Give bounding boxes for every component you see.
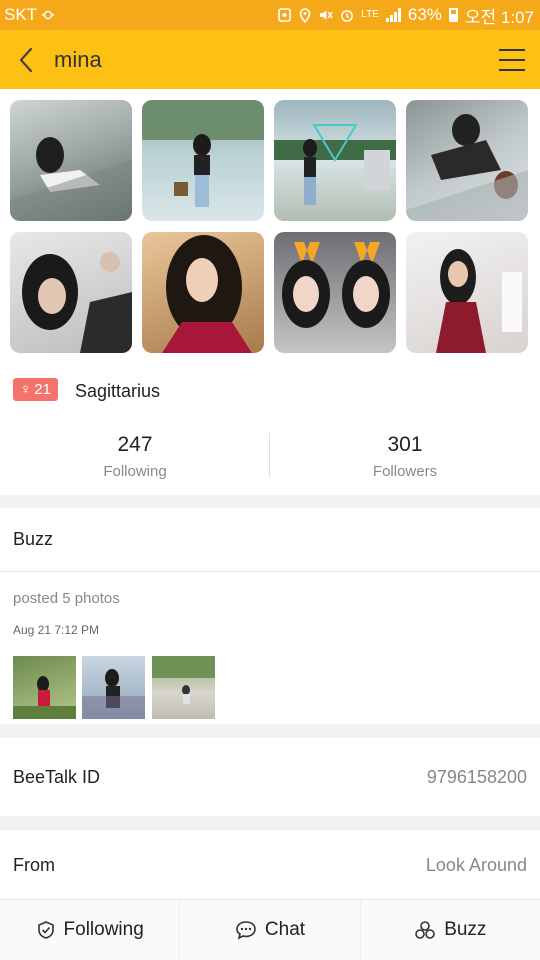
buzz-thumbnail[interactable] xyxy=(13,656,76,719)
from-label: From xyxy=(13,854,55,875)
buzz-thumbnail[interactable] xyxy=(82,656,145,719)
signal-icon xyxy=(385,8,401,22)
profile-photo[interactable] xyxy=(142,232,264,353)
beetalk-id-value: 9796158200 xyxy=(426,766,527,787)
mute-icon xyxy=(319,8,333,22)
buzz-posted-text: posted 5 photos xyxy=(13,590,120,607)
app-notification-icon xyxy=(277,8,291,22)
profile-photo[interactable] xyxy=(406,232,528,353)
buzz-button[interactable]: Buzz xyxy=(361,900,540,960)
page-title: mina xyxy=(54,46,102,72)
beetalk-id-row: BeeTalk ID 9796158200 xyxy=(0,738,540,816)
chat-button-label: Chat xyxy=(264,919,306,940)
beetalk-id-label: BeeTalk ID xyxy=(13,766,101,787)
buzz-button-label: Buzz xyxy=(444,919,487,940)
profile-photo[interactable] xyxy=(274,100,396,221)
following-button-label: Following xyxy=(63,919,144,940)
buzz-title: Buzz xyxy=(0,508,540,572)
network-type: LTE xyxy=(361,9,379,20)
buzz-thumbnail[interactable] xyxy=(152,656,215,719)
buzz-timestamp: Aug 21 7:12 PM xyxy=(13,623,100,637)
location-icon xyxy=(298,7,312,23)
sync-icon xyxy=(41,8,55,22)
buzz-section[interactable]: Buzz posted 5 photos Aug 21 7:12 PM xyxy=(0,508,540,724)
photo-grid xyxy=(0,89,540,363)
age-label: 21 xyxy=(34,381,51,398)
shield-check-icon xyxy=(37,921,54,939)
clock: 오전 1:07 xyxy=(464,7,534,27)
chat-button[interactable]: Chat xyxy=(180,900,361,960)
status-bar: SKT LTE 63% 오전 1:07 xyxy=(0,0,540,30)
app-bar: mina xyxy=(0,30,540,89)
zodiac-label: Sagittarius xyxy=(75,381,161,401)
back-button[interactable] xyxy=(0,30,52,89)
profile-photo[interactable] xyxy=(142,100,264,221)
followers-label: Followers xyxy=(372,463,438,480)
chevron-left-icon xyxy=(19,47,33,72)
followers-stat[interactable]: 301 Followers xyxy=(270,433,540,480)
profile-photo[interactable] xyxy=(274,232,396,353)
carrier-label: SKT xyxy=(4,5,38,24)
hamburger-icon xyxy=(499,48,525,51)
followers-count: 301 xyxy=(387,433,423,456)
battery-percent: 63% xyxy=(407,5,442,24)
three-circles-icon xyxy=(415,921,435,939)
gender-age-badge: ♀ 21 xyxy=(13,378,58,401)
profile-photo[interactable] xyxy=(406,100,528,221)
profile-photo[interactable] xyxy=(10,232,132,353)
following-stat[interactable]: 247 Following xyxy=(0,433,270,480)
profile-photo[interactable] xyxy=(10,100,132,221)
chat-bubble-icon xyxy=(236,921,256,940)
following-label: Following xyxy=(103,463,167,480)
profile-info: ♀ 21 Sagittarius 247 Following 301 Follo… xyxy=(0,363,540,495)
following-button[interactable]: Following xyxy=(0,900,181,960)
following-count: 247 xyxy=(117,433,153,456)
bottom-action-bar: Following Chat Buzz xyxy=(0,899,540,960)
alarm-icon xyxy=(340,8,354,22)
female-icon: ♀ xyxy=(20,381,32,398)
from-value: Look Around xyxy=(425,854,527,875)
battery-icon xyxy=(448,8,458,22)
menu-button[interactable] xyxy=(484,30,540,89)
from-row: From Look Around xyxy=(0,830,540,900)
